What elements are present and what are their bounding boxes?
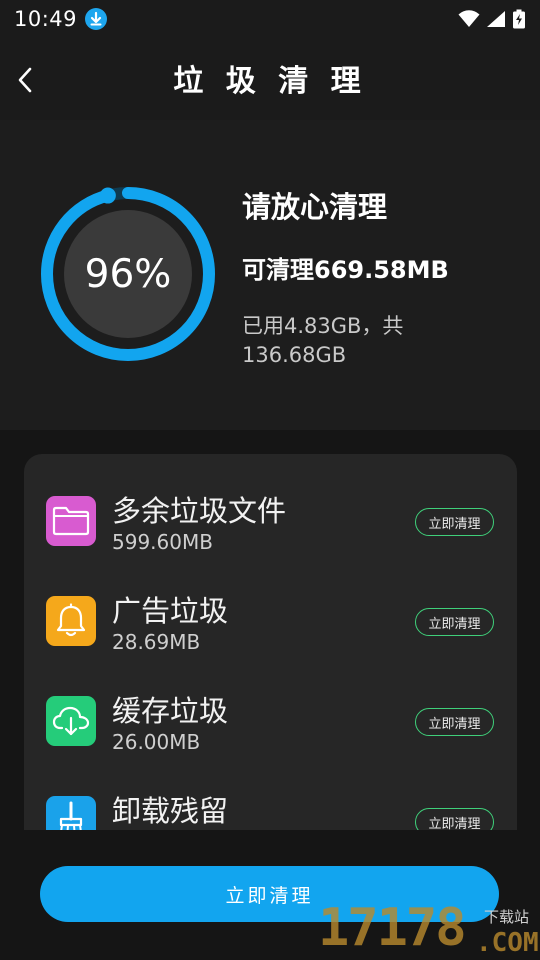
junk-name: 广告垃圾 [112,594,229,628]
usage-percent: 96% [84,251,172,297]
clean-cache-button[interactable]: 立即清理 [415,708,494,736]
junk-row-cache[interactable]: 缓存垃圾 26.00MB 立即清理 [24,684,517,784]
junk-size: 28.69MB [112,630,201,654]
wifi-icon [458,10,480,27]
bell-icon [46,596,96,646]
junk-row-extra-files[interactable]: 多余垃圾文件 599.60MB 立即清理 [24,484,517,584]
brush-icon [46,796,96,830]
clean-residual-button[interactable]: 立即清理 [415,808,494,830]
watermark-site: 下载站 [484,908,530,926]
summary-heading: 请放心清理 [242,190,388,224]
status-bar: 10:49 [0,0,540,38]
site-watermark: 17178 下载站 .COM [318,898,540,960]
cloud-download-icon [46,696,96,746]
junk-name: 多余垃圾文件 [112,494,287,528]
storage-usage: 已用4.83GB，共136.68GB [242,314,404,367]
signal-icon [487,11,505,27]
junk-size: 26.00MB [112,730,201,754]
junk-list-card[interactable]: 多余垃圾文件 599.60MB 立即清理 广告垃圾 28.69MB 立即清理 缓… [24,454,517,830]
junk-row-residual[interactable]: 卸载残留 立即清理 [24,784,517,830]
page-title: 垃 圾 清 理 [173,64,367,99]
header: 垃 圾 清 理 [0,38,540,120]
junk-section: 多余垃圾文件 599.60MB 立即清理 广告垃圾 28.69MB 立即清理 缓… [0,430,540,960]
junk-size: 599.60MB [112,530,213,554]
storage-summary: 96% 请放心清理 可清理669.58MB 已用4.83GB，共136.68GB [0,120,540,430]
watermark-domain: .COM [476,928,539,958]
download-icon [85,8,108,30]
junk-name: 卸载残留 [112,794,229,828]
status-time: 10:49 [14,7,78,31]
usage-gauge: 96% [36,182,220,366]
folder-icon [46,496,96,546]
junk-row-ad[interactable]: 广告垃圾 28.69MB 立即清理 [24,584,517,684]
clean-ad-junk-button[interactable]: 立即清理 [415,608,494,636]
watermark-digits: 17178 [318,898,467,958]
clean-extra-files-button[interactable]: 立即清理 [415,508,494,536]
cleanable-size: 可清理669.58MB [242,256,449,284]
battery-charging-icon [513,9,525,29]
junk-name: 缓存垃圾 [112,694,229,728]
status-icons [458,9,526,29]
